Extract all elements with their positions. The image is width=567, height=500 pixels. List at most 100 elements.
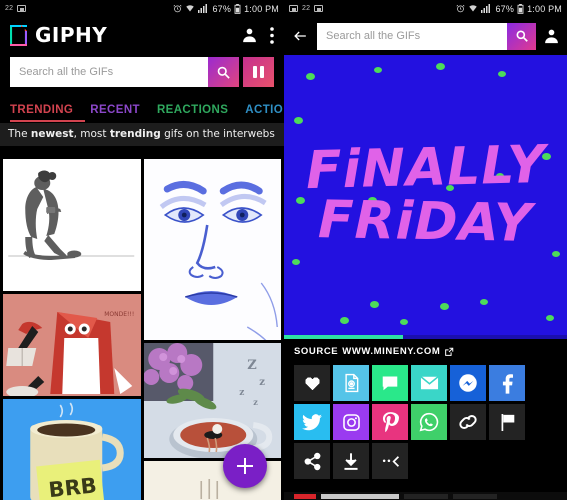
brand-title: GIPHY	[35, 23, 108, 47]
subtitle-bold2: trending	[109, 128, 161, 140]
share-pinterest[interactable]	[372, 404, 408, 440]
account-icon[interactable]	[241, 26, 258, 44]
share-sms-message[interactable]	[372, 365, 408, 401]
add-gif-fab[interactable]	[223, 444, 267, 488]
pause-icon	[253, 66, 258, 78]
battery-percent: 67%	[212, 3, 232, 14]
gif-grid-column-right: Z z z z	[143, 159, 281, 500]
detail-header: Search all the GIFs	[284, 17, 567, 55]
share-favorite-heart[interactable]	[294, 365, 330, 401]
svg-text:MONDE!!!: MONDE!!!	[104, 311, 134, 318]
svg-text:z: z	[253, 397, 258, 407]
share-share[interactable]	[294, 443, 330, 479]
gif-grid: MONDE!!! BRB Z z z z	[0, 159, 284, 500]
category-tabs[interactable]: TRENDING RECENT REACTIONS ACTIO	[0, 94, 284, 120]
bottom-strip-gray	[321, 493, 399, 499]
back-arrow-icon[interactable]	[291, 28, 310, 44]
giphy-detail-screen: 22 67% 1:00 PM Search all the GIFs FiNAL…	[284, 0, 567, 500]
app-header: GIPHY	[0, 17, 284, 53]
signal-icon	[198, 4, 209, 13]
trending-subtitle: The newest, most trending gifs on the in…	[0, 123, 284, 146]
search-input[interactable]: Search all the GIFs	[317, 22, 529, 50]
gif-progress-fill	[284, 335, 403, 339]
search-bar-row: Search all the GIFs	[10, 57, 274, 87]
share-facebook-messenger[interactable]	[450, 365, 486, 401]
bottom-partial-strip	[284, 492, 567, 500]
overflow-menu-icon[interactable]	[270, 26, 274, 44]
subtitle-part1: The	[8, 128, 31, 140]
gif-caption-line1: FiNALLY	[304, 134, 547, 202]
share-save-copy[interactable]	[333, 365, 369, 401]
gif-grid-column-left: MONDE!!! BRB	[3, 159, 141, 500]
search-input[interactable]: Search all the GIFs	[10, 57, 208, 87]
tab-actions[interactable]: ACTIO	[245, 104, 283, 120]
search-icon	[216, 65, 231, 80]
active-tab-indicator	[10, 120, 85, 122]
subtitle-bold1: newest	[30, 128, 74, 140]
search-button[interactable]	[507, 22, 536, 50]
gif-caption: FiNALLY FRiDAY	[284, 55, 567, 335]
gif-tile-flowers-teacup-sleeping-z[interactable]: Z z z z	[143, 342, 281, 458]
svg-text:z: z	[239, 388, 244, 398]
share-copy-link[interactable]	[450, 404, 486, 440]
search-placeholder: Search all the GIFs	[19, 66, 114, 78]
screenshot-icon	[289, 5, 298, 12]
search-placeholder: Search all the GIFs	[326, 30, 421, 42]
share-facebook[interactable]	[489, 365, 525, 401]
gif-tile-blue-brb-coffee-mug[interactable]: BRB	[3, 398, 141, 500]
alarm-icon	[173, 4, 182, 13]
source-label: SOURCE	[294, 346, 339, 357]
subtitle-part3: gifs on the interwebs	[160, 128, 275, 140]
search-icon	[515, 29, 529, 43]
share-more-options[interactable]	[372, 443, 408, 479]
external-link-icon[interactable]	[444, 347, 454, 357]
wifi-icon	[185, 4, 195, 13]
share-download[interactable]	[333, 443, 369, 479]
bottom-strip-dim2	[453, 493, 497, 499]
share-email[interactable]	[411, 365, 447, 401]
tab-reactions[interactable]: REACTIONS	[157, 104, 228, 120]
tab-trending[interactable]: TRENDING	[10, 104, 73, 120]
alarm-icon	[456, 4, 465, 13]
bottom-strip-dim1	[404, 493, 448, 499]
wifi-icon	[468, 4, 478, 13]
battery-icon	[517, 3, 524, 14]
battery-percent: 67%	[495, 3, 515, 14]
pause-button[interactable]	[243, 57, 274, 87]
gif-tile-pencil-sketch-person-sitting[interactable]	[3, 159, 141, 291]
share-flag-report[interactable]	[489, 404, 525, 440]
svg-text:z: z	[259, 377, 265, 388]
gif-tile-red-fox-reading-illustration[interactable]: MONDE!!!	[3, 293, 141, 396]
search-button[interactable]	[208, 57, 239, 87]
clock-time: 1:00 PM	[527, 3, 562, 14]
share-instagram[interactable]	[333, 404, 369, 440]
gif-tile-blue-pencil-face-drawing[interactable]	[143, 159, 281, 340]
camera-icon	[17, 5, 27, 12]
pause-icon-bar2	[259, 66, 264, 78]
status-bar-left: 22 67% 1:00 PM	[0, 0, 284, 17]
clock-time: 1:00 PM	[244, 3, 279, 14]
temperature-icon: 22	[5, 5, 14, 12]
gif-caption-line2: FRiDAY	[317, 190, 534, 254]
camera-icon	[314, 5, 324, 12]
giphy-browse-screen: 22 67% 1:00 PM GIPHY Search all the GIFs…	[0, 0, 284, 500]
status-bar-right: 22 67% 1:00 PM	[284, 0, 567, 17]
svg-text:BRB: BRB	[47, 473, 97, 500]
giphy-logo: GIPHY	[10, 23, 107, 47]
signal-icon	[481, 4, 492, 13]
svg-text:Z: Z	[247, 358, 257, 373]
subtitle-part2: , most	[73, 128, 110, 140]
share-twitter[interactable]	[294, 404, 330, 440]
account-icon[interactable]	[543, 27, 560, 45]
source-url[interactable]: WWW.MINENY.COM	[342, 346, 440, 357]
gif-progress-bar[interactable]	[284, 335, 567, 339]
share-sheet	[284, 363, 567, 479]
share-whatsapp[interactable]	[411, 404, 447, 440]
temperature-icon: 22	[302, 5, 311, 12]
tab-recent[interactable]: RECENT	[90, 104, 140, 120]
battery-icon	[234, 3, 241, 14]
bottom-strip-red	[294, 493, 316, 499]
source-bar[interactable]: SOURCE WWW.MINENY.COM	[284, 339, 567, 363]
gif-detail-image[interactable]: FiNALLY FRiDAY	[284, 55, 567, 335]
giphy-logo-icon	[10, 24, 27, 46]
